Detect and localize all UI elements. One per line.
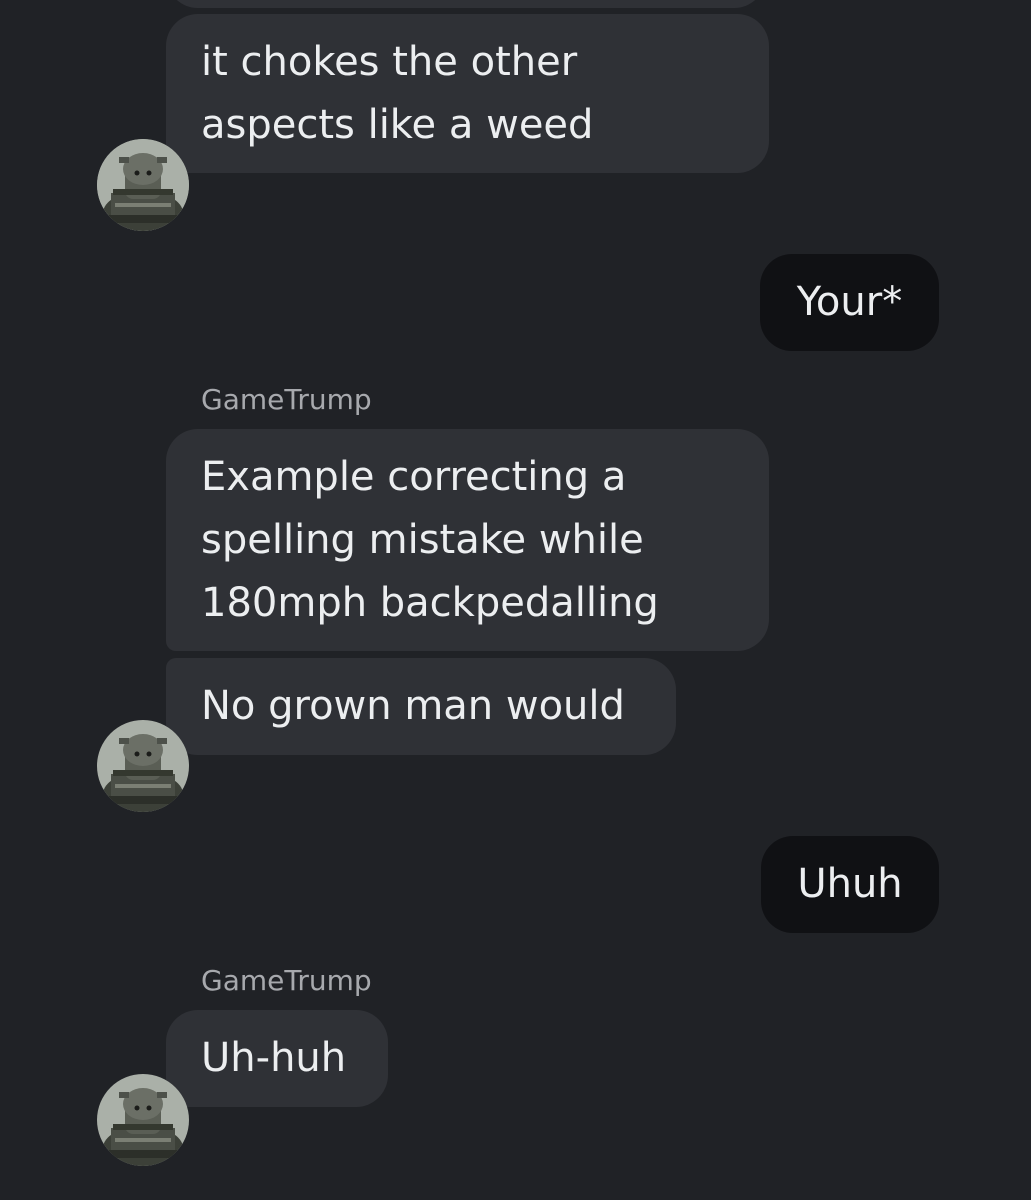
incoming-message-bubble[interactable]: Example correcting a spelling mistake wh… xyxy=(166,429,769,651)
previous-message-bubble[interactable] xyxy=(166,0,766,8)
avatar-image-icon xyxy=(97,1074,189,1166)
message-text-line: 180mph backpedalling xyxy=(201,580,659,626)
contact-avatar[interactable] xyxy=(97,1074,189,1166)
message-text: Your* xyxy=(796,279,903,325)
message-text: No grown man would xyxy=(201,683,625,729)
message-text: Uhuh xyxy=(797,861,903,907)
incoming-message-bubble[interactable]: No grown man would xyxy=(166,658,676,755)
chat-thread[interactable]: it chokes the other aspects like a weed … xyxy=(0,0,1031,1200)
incoming-message-bubble[interactable]: Uh-huh xyxy=(166,1010,388,1107)
sender-name: GameTrump xyxy=(201,964,372,997)
contact-avatar[interactable] xyxy=(97,139,189,231)
message-text-line: spelling mistake while xyxy=(201,517,644,563)
sender-name: GameTrump xyxy=(201,383,372,416)
incoming-message-bubble[interactable]: it chokes the other aspects like a weed xyxy=(166,14,769,173)
avatar-image-icon xyxy=(97,720,189,812)
avatar-image-icon xyxy=(97,139,189,231)
message-text-line: it chokes the other xyxy=(201,39,578,85)
message-text: Uh-huh xyxy=(201,1035,347,1081)
outgoing-message-bubble[interactable]: Uhuh xyxy=(761,836,939,933)
message-text-line: aspects like a weed xyxy=(201,102,594,148)
outgoing-message-bubble[interactable]: Your* xyxy=(760,254,939,351)
message-text-line: Example correcting a xyxy=(201,454,627,500)
contact-avatar[interactable] xyxy=(97,720,189,812)
